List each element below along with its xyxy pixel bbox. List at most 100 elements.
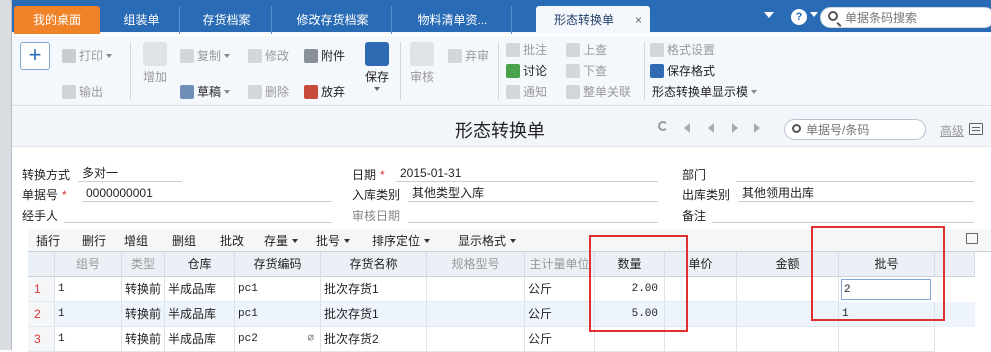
audit-button[interactable]: 审核 xyxy=(406,42,438,85)
amount-cell[interactable] xyxy=(737,277,839,302)
refresh-icon[interactable] xyxy=(658,121,668,131)
edit-button[interactable]: 修改 xyxy=(248,46,289,66)
annotate-button[interactable]: 批注 xyxy=(506,40,547,60)
column-header[interactable]: 组号 xyxy=(55,252,122,277)
in-type-field[interactable]: 其他类型入库 xyxy=(408,186,658,202)
spec-cell[interactable] xyxy=(427,327,525,352)
quantity-cell[interactable]: 2.00 xyxy=(595,277,665,302)
type-cell[interactable]: 转换前 xyxy=(122,302,165,327)
discuss-button[interactable]: 讨论 xyxy=(506,61,547,81)
chevron-down-icon[interactable] xyxy=(764,12,774,18)
batch-dropdown[interactable]: 批号 xyxy=(316,232,351,249)
inventory-code-cell[interactable]: pc1 xyxy=(235,277,321,302)
price-cell[interactable] xyxy=(665,327,737,352)
doc-no-field[interactable]: 0000000001 xyxy=(82,186,332,202)
inventory-name-cell[interactable]: 批次存货1 xyxy=(321,302,427,327)
table-row[interactable]: 2 1 转换前 半成品库 pc1 批次存货1 公斤 5.00 1 xyxy=(28,302,975,327)
column-header[interactable]: 规格型号 xyxy=(427,252,525,277)
display-format-dropdown[interactable]: 显示格式 xyxy=(458,232,517,249)
warehouse-cell[interactable]: 半成品库 xyxy=(165,302,235,327)
doc-search-input[interactable] xyxy=(806,122,922,137)
first-record-icon[interactable] xyxy=(684,123,690,133)
inventory-name-cell[interactable]: 批次存货1 xyxy=(321,277,427,302)
sort-locate-dropdown[interactable]: 排序定位 xyxy=(372,232,431,249)
batch-edit-button[interactable]: 批改 xyxy=(220,232,244,249)
table-row[interactable]: 1 1 转换前 半成品库 pc1 批次存货1 公斤 2.00 2 xyxy=(28,277,975,302)
add-button[interactable]: + xyxy=(20,42,50,70)
last-record-icon[interactable] xyxy=(754,123,760,133)
date-field[interactable]: 2015-01-31 xyxy=(396,166,658,182)
group-cell[interactable]: 1 xyxy=(55,277,122,302)
spec-cell[interactable] xyxy=(427,277,525,302)
type-cell[interactable]: 转换前 xyxy=(122,277,165,302)
barcode-search-input[interactable] xyxy=(845,10,990,25)
batch-cell[interactable] xyxy=(839,327,935,352)
prev-record-icon[interactable] xyxy=(708,123,714,133)
tab-edit-inventory-archive[interactable]: 修改存货档案 xyxy=(274,6,392,34)
save-button[interactable]: 保存 xyxy=(360,42,394,91)
type-cell[interactable]: 转换前 xyxy=(122,327,165,352)
abandon-audit-button[interactable]: 弃审 xyxy=(448,46,489,66)
delete-group-button[interactable]: 删组 xyxy=(172,232,196,249)
display-template-dropdown[interactable]: 形态转换单显示模 xyxy=(652,82,758,102)
barcode-search-box[interactable] xyxy=(820,7,991,28)
tab-bom[interactable]: 物料清单资... xyxy=(394,6,512,34)
paperclip-icon[interactable]: ⌀ xyxy=(307,327,314,351)
doc-search-box[interactable] xyxy=(784,119,926,140)
unit-cell[interactable]: 公斤 xyxy=(525,277,595,302)
column-header[interactable]: 金额 xyxy=(737,252,839,277)
save-format-button[interactable]: 保存格式 xyxy=(650,61,715,81)
settings-dropdown-icon[interactable] xyxy=(810,12,818,17)
draft-button[interactable]: 草稿 xyxy=(180,82,231,102)
help-icon[interactable]: ? xyxy=(791,9,807,25)
discard-button[interactable]: 放弃 xyxy=(304,82,345,102)
warehouse-cell[interactable]: 半成品库 xyxy=(165,277,235,302)
amount-cell[interactable] xyxy=(737,327,839,352)
next-record-icon[interactable] xyxy=(732,123,738,133)
column-header[interactable]: 主计量单位 xyxy=(525,252,595,277)
tab-form-conversion[interactable]: 形态转换单 × xyxy=(536,6,650,34)
group-cell[interactable]: 1 xyxy=(55,327,122,352)
format-settings-button[interactable]: 格式设置 xyxy=(650,40,715,60)
insert-row-button[interactable]: 插行 xyxy=(36,232,60,249)
inventory-code-cell[interactable]: pc1 xyxy=(235,302,321,327)
table-row[interactable]: 3 1 转换前 半成品库 pc2 ⌀ 批次存货2 公斤 xyxy=(28,327,975,352)
handler-field[interactable] xyxy=(64,207,332,223)
out-type-field[interactable]: 其他领用出库 xyxy=(738,186,974,202)
add-group-button[interactable]: 增组 xyxy=(124,232,148,249)
warehouse-cell[interactable]: 半成品库 xyxy=(165,327,235,352)
column-header[interactable]: 仓库 xyxy=(165,252,235,277)
quantity-cell[interactable]: 5.00 xyxy=(595,302,665,327)
spec-cell[interactable] xyxy=(427,302,525,327)
query-up-button[interactable]: 上查 xyxy=(566,40,607,60)
column-header[interactable]: 单价 xyxy=(665,252,737,277)
export-button[interactable]: 输出 xyxy=(62,82,103,102)
tab-assembly-order[interactable]: 组装单 xyxy=(104,6,180,34)
delete-row-button[interactable]: 删行 xyxy=(82,232,106,249)
whole-doc-link-button[interactable]: 整单关联 xyxy=(566,82,631,102)
tab-my-desktop[interactable]: 我的桌面 xyxy=(14,6,100,34)
menu-icon[interactable] xyxy=(969,123,983,135)
column-header[interactable]: 批号 xyxy=(839,252,935,277)
add-row-button[interactable]: 增加 xyxy=(138,42,172,85)
column-header[interactable]: 类型 xyxy=(122,252,165,277)
unit-cell[interactable]: 公斤 xyxy=(525,327,595,352)
department-field[interactable] xyxy=(736,166,974,182)
notify-button[interactable]: 通知 xyxy=(506,82,547,102)
advanced-search-link[interactable]: 高级 xyxy=(940,122,964,139)
tab-inventory-archive[interactable]: 存货档案 xyxy=(182,6,272,34)
expand-icon[interactable] xyxy=(966,233,978,244)
delete-button[interactable]: 删除 xyxy=(248,82,289,102)
convert-mode-field[interactable]: 多对一 xyxy=(78,166,182,182)
price-cell[interactable] xyxy=(665,277,737,302)
inventory-name-cell[interactable]: 批次存货2 xyxy=(321,327,427,352)
amount-cell[interactable] xyxy=(737,302,839,327)
column-header[interactable]: 数量 xyxy=(595,252,665,277)
column-header[interactable]: 存货编码 xyxy=(235,252,321,277)
batch-cell[interactable]: 1 xyxy=(839,302,935,327)
attachment-button[interactable]: 附件 xyxy=(304,46,345,66)
close-icon[interactable]: × xyxy=(635,6,642,34)
print-button[interactable]: 打印 xyxy=(62,46,113,66)
inventory-code-cell[interactable]: pc2 ⌀ xyxy=(235,327,321,352)
price-cell[interactable] xyxy=(665,302,737,327)
